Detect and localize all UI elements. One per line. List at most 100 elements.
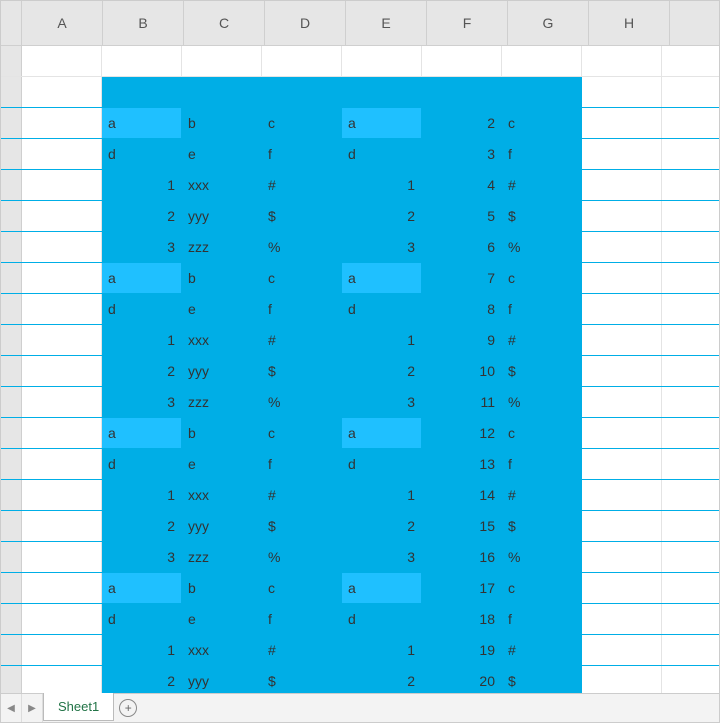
cell-D-14[interactable]: f bbox=[262, 449, 342, 479]
cell-C-8[interactable]: b bbox=[182, 263, 262, 293]
cell-A-9[interactable] bbox=[22, 294, 102, 324]
row-header[interactable] bbox=[1, 232, 22, 262]
row-header[interactable] bbox=[1, 449, 22, 479]
cell-G-21[interactable]: $ bbox=[502, 666, 582, 693]
cell-C-14[interactable]: e bbox=[182, 449, 262, 479]
cell-G-12[interactable]: % bbox=[502, 387, 582, 417]
cell-E-17[interactable]: 3 bbox=[342, 542, 422, 572]
cell-H-9[interactable] bbox=[582, 294, 662, 324]
row-header[interactable] bbox=[1, 666, 22, 693]
cell-E-21[interactable]: 2 bbox=[342, 666, 422, 693]
row-header[interactable] bbox=[1, 511, 22, 541]
cell-C-4[interactable]: e bbox=[182, 139, 262, 169]
cell-A-15[interactable] bbox=[22, 480, 102, 510]
cell-C-18[interactable]: b bbox=[182, 573, 262, 603]
cell-E-12[interactable]: 3 bbox=[342, 387, 422, 417]
cell-A-3[interactable] bbox=[22, 108, 102, 138]
cell-C-2[interactable] bbox=[182, 77, 262, 107]
cell-E-11[interactable]: 2 bbox=[342, 356, 422, 386]
cell-H-5[interactable] bbox=[582, 170, 662, 200]
cell-F-20[interactable]: 19 bbox=[422, 635, 502, 665]
cell-E-7[interactable]: 3 bbox=[342, 232, 422, 262]
cell-C-11[interactable]: yyy bbox=[182, 356, 262, 386]
cell-G-13[interactable]: c bbox=[502, 418, 582, 448]
cell-A-6[interactable] bbox=[22, 201, 102, 231]
cell-H-21[interactable] bbox=[582, 666, 662, 693]
cell-A-21[interactable] bbox=[22, 666, 102, 693]
cell-G-8[interactable]: c bbox=[502, 263, 582, 293]
cell-B-12[interactable]: 3 bbox=[102, 387, 182, 417]
cell-H-6[interactable] bbox=[582, 201, 662, 231]
row-header[interactable] bbox=[1, 387, 22, 417]
cell-E-1[interactable] bbox=[342, 46, 422, 76]
cell-C-21[interactable]: yyy bbox=[182, 666, 262, 693]
add-sheet-button[interactable]: + bbox=[114, 694, 142, 722]
cell-F-3[interactable]: 2 bbox=[422, 108, 502, 138]
cell-G-16[interactable]: $ bbox=[502, 511, 582, 541]
cell-G-2[interactable] bbox=[502, 77, 582, 107]
cell-H-10[interactable] bbox=[582, 325, 662, 355]
cell-C-7[interactable]: zzz bbox=[182, 232, 262, 262]
column-header-G[interactable]: G bbox=[508, 1, 589, 45]
cell-D-9[interactable]: f bbox=[262, 294, 342, 324]
cell-G-20[interactable]: # bbox=[502, 635, 582, 665]
cell-F-9[interactable]: 8 bbox=[422, 294, 502, 324]
cell-H-8[interactable] bbox=[582, 263, 662, 293]
cell-F-10[interactable]: 9 bbox=[422, 325, 502, 355]
cell-H-14[interactable] bbox=[582, 449, 662, 479]
cell-F-21[interactable]: 20 bbox=[422, 666, 502, 693]
column-header-D[interactable]: D bbox=[265, 1, 346, 45]
cell-B-17[interactable]: 3 bbox=[102, 542, 182, 572]
cell-D-3[interactable]: c bbox=[262, 108, 342, 138]
column-header-F[interactable]: F bbox=[427, 1, 508, 45]
cell-F-15[interactable]: 14 bbox=[422, 480, 502, 510]
cell-C-5[interactable]: xxx bbox=[182, 170, 262, 200]
row-header[interactable] bbox=[1, 139, 22, 169]
cell-F-2[interactable] bbox=[422, 77, 502, 107]
cell-G-9[interactable]: f bbox=[502, 294, 582, 324]
cell-E-3[interactable]: a bbox=[342, 108, 422, 138]
cell-H-12[interactable] bbox=[582, 387, 662, 417]
cell-G-6[interactable]: $ bbox=[502, 201, 582, 231]
row-header[interactable] bbox=[1, 356, 22, 386]
cell-A-2[interactable] bbox=[22, 77, 102, 107]
cell-C-19[interactable]: e bbox=[182, 604, 262, 634]
cell-D-7[interactable]: % bbox=[262, 232, 342, 262]
cell-E-8[interactable]: a bbox=[342, 263, 422, 293]
cell-A-16[interactable] bbox=[22, 511, 102, 541]
cell-G-5[interactable]: # bbox=[502, 170, 582, 200]
column-header-C[interactable]: C bbox=[184, 1, 265, 45]
row-header[interactable] bbox=[1, 77, 22, 107]
cell-F-13[interactable]: 12 bbox=[422, 418, 502, 448]
cell-H-18[interactable] bbox=[582, 573, 662, 603]
cell-F-8[interactable]: 7 bbox=[422, 263, 502, 293]
cell-B-8[interactable]: a bbox=[102, 263, 182, 293]
cell-E-15[interactable]: 1 bbox=[342, 480, 422, 510]
row-header[interactable] bbox=[1, 263, 22, 293]
cell-H-3[interactable] bbox=[582, 108, 662, 138]
column-header-A[interactable]: A bbox=[22, 1, 103, 45]
cell-A-4[interactable] bbox=[22, 139, 102, 169]
cell-A-1[interactable] bbox=[22, 46, 102, 76]
cell-A-19[interactable] bbox=[22, 604, 102, 634]
row-header[interactable] bbox=[1, 46, 22, 76]
cell-E-14[interactable]: d bbox=[342, 449, 422, 479]
cell-D-13[interactable]: c bbox=[262, 418, 342, 448]
cell-F-5[interactable]: 4 bbox=[422, 170, 502, 200]
cell-F-6[interactable]: 5 bbox=[422, 201, 502, 231]
cell-B-5[interactable]: 1 bbox=[102, 170, 182, 200]
cell-F-17[interactable]: 16 bbox=[422, 542, 502, 572]
cell-B-2[interactable] bbox=[102, 77, 182, 107]
cell-G-15[interactable]: # bbox=[502, 480, 582, 510]
cell-C-1[interactable] bbox=[182, 46, 262, 76]
row-header[interactable] bbox=[1, 108, 22, 138]
cell-F-14[interactable]: 13 bbox=[422, 449, 502, 479]
cell-E-19[interactable]: d bbox=[342, 604, 422, 634]
cell-H-1[interactable] bbox=[582, 46, 662, 76]
cell-F-16[interactable]: 15 bbox=[422, 511, 502, 541]
cell-B-15[interactable]: 1 bbox=[102, 480, 182, 510]
row-header[interactable] bbox=[1, 294, 22, 324]
cell-D-17[interactable]: % bbox=[262, 542, 342, 572]
cell-F-19[interactable]: 18 bbox=[422, 604, 502, 634]
cell-B-14[interactable]: d bbox=[102, 449, 182, 479]
